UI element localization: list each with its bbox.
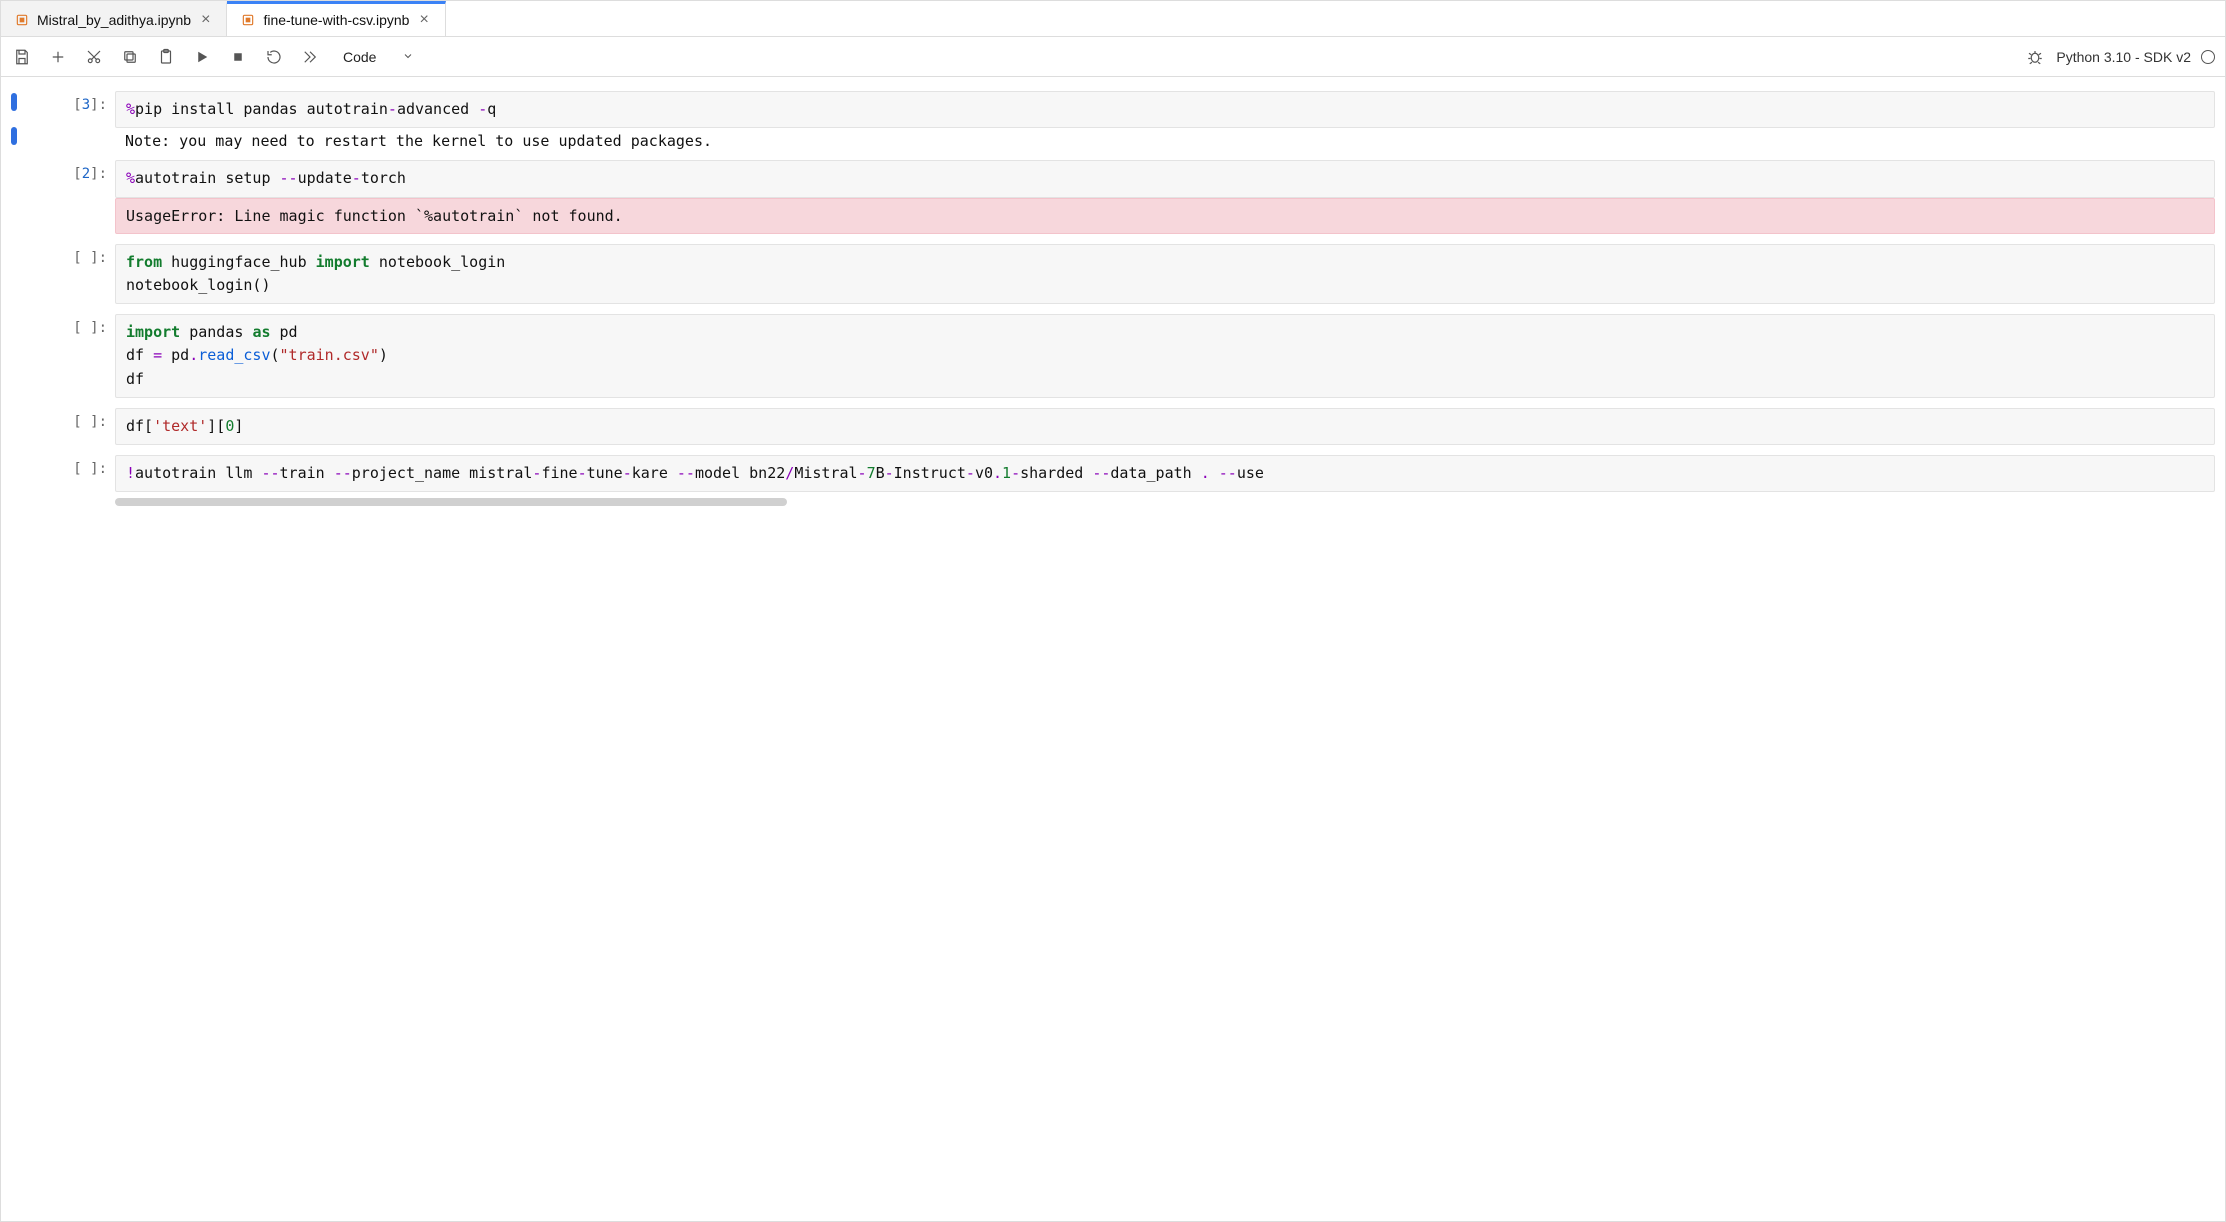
tab-close-button[interactable]: × bbox=[199, 12, 212, 28]
run-button[interactable] bbox=[191, 46, 213, 68]
cell-prompt: [ ]: bbox=[37, 314, 107, 336]
cell-body: !autotrain llm --train --project_name mi… bbox=[115, 455, 2215, 506]
bug-icon[interactable] bbox=[2024, 46, 2046, 68]
code-input[interactable]: %pip install pandas autotrain-advanced -… bbox=[115, 91, 2215, 128]
kernel-name[interactable]: Python 3.10 - SDK v2 bbox=[2056, 49, 2191, 65]
cell-type-label: Code bbox=[343, 49, 376, 65]
tab-1[interactable]: fine-tune-with-csv.ipynb × bbox=[227, 1, 445, 36]
restart-button[interactable] bbox=[263, 46, 285, 68]
cell-prompt: [2]: bbox=[37, 160, 107, 182]
cell-gutter bbox=[11, 455, 29, 457]
cell-prompt: [ ]: bbox=[37, 455, 107, 477]
active-cell-indicator bbox=[11, 127, 17, 145]
cell-1[interactable]: [2]: %autotrain setup --update-torchUsage… bbox=[11, 160, 2215, 233]
jupyterlab-app: Mistral_by_adithya.ipynb×fine-tune-with-… bbox=[0, 0, 2226, 1222]
cell-prompt: [3]: bbox=[37, 91, 107, 113]
cell-error-output: UsageError: Line magic function `%autotr… bbox=[115, 198, 2215, 234]
kernel-status-idle-icon bbox=[2201, 50, 2215, 64]
notebook-icon bbox=[241, 13, 255, 27]
code-input[interactable]: import pandas as pd df = pd.read_csv("tr… bbox=[115, 314, 2215, 398]
tab-0[interactable]: Mistral_by_adithya.ipynb × bbox=[1, 1, 227, 36]
cell-prompt: [ ]: bbox=[37, 408, 107, 430]
cell-body: df['text'][0] bbox=[115, 408, 2215, 445]
cell-body: from huggingface_hub import notebook_log… bbox=[115, 244, 2215, 305]
tab-label: Mistral_by_adithya.ipynb bbox=[37, 12, 191, 28]
tab-close-button[interactable]: × bbox=[417, 12, 430, 28]
code-input[interactable]: df['text'][0] bbox=[115, 408, 2215, 445]
save-button[interactable] bbox=[11, 46, 33, 68]
notebook-icon bbox=[15, 13, 29, 27]
cell-body: %autotrain setup --update-torchUsageErro… bbox=[115, 160, 2215, 233]
cell-type-dropdown[interactable]: Code bbox=[335, 47, 435, 67]
cell-prompt: [ ]: bbox=[37, 244, 107, 266]
code-input[interactable]: %autotrain setup --update-torch bbox=[115, 160, 2215, 197]
tab-bar: Mistral_by_adithya.ipynb×fine-tune-with-… bbox=[1, 1, 2225, 37]
cell-2[interactable]: [ ]: from huggingface_hub import notebook… bbox=[11, 244, 2215, 305]
cell-body: %pip install pandas autotrain-advanced -… bbox=[115, 91, 2215, 150]
chevron-down-icon bbox=[402, 49, 414, 65]
cell-gutter bbox=[11, 244, 29, 246]
cell-gutter bbox=[11, 160, 29, 162]
notebook-toolbar: Code Python 3.10 - SDK v2 bbox=[1, 37, 2225, 77]
cell-4[interactable]: [ ]: df['text'][0] bbox=[11, 408, 2215, 445]
cell-gutter bbox=[11, 408, 29, 410]
cell-output: Note: you may need to restart the kernel… bbox=[115, 128, 2215, 150]
cell-gutter bbox=[11, 91, 29, 145]
notebook-body[interactable]: [3]: %pip install pandas autotrain-advanc… bbox=[1, 77, 2225, 1221]
cell-gutter bbox=[11, 314, 29, 316]
run-all-button[interactable] bbox=[299, 46, 321, 68]
paste-button[interactable] bbox=[155, 46, 177, 68]
cell-5[interactable]: [ ]: !autotrain llm --train --project_nam… bbox=[11, 455, 2215, 506]
cell-0[interactable]: [3]: %pip install pandas autotrain-advanc… bbox=[11, 91, 2215, 150]
code-input[interactable]: from huggingface_hub import notebook_log… bbox=[115, 244, 2215, 305]
tab-label: fine-tune-with-csv.ipynb bbox=[263, 12, 409, 28]
active-cell-indicator bbox=[11, 93, 17, 111]
horizontal-scrollbar[interactable] bbox=[115, 498, 787, 506]
interrupt-button[interactable] bbox=[227, 46, 249, 68]
cell-3[interactable]: [ ]: import pandas as pd df = pd.read_csv… bbox=[11, 314, 2215, 398]
cell-body: import pandas as pd df = pd.read_csv("tr… bbox=[115, 314, 2215, 398]
code-input[interactable]: !autotrain llm --train --project_name mi… bbox=[115, 455, 2215, 492]
copy-button[interactable] bbox=[119, 46, 141, 68]
cut-button[interactable] bbox=[83, 46, 105, 68]
insert-cell-button[interactable] bbox=[47, 46, 69, 68]
